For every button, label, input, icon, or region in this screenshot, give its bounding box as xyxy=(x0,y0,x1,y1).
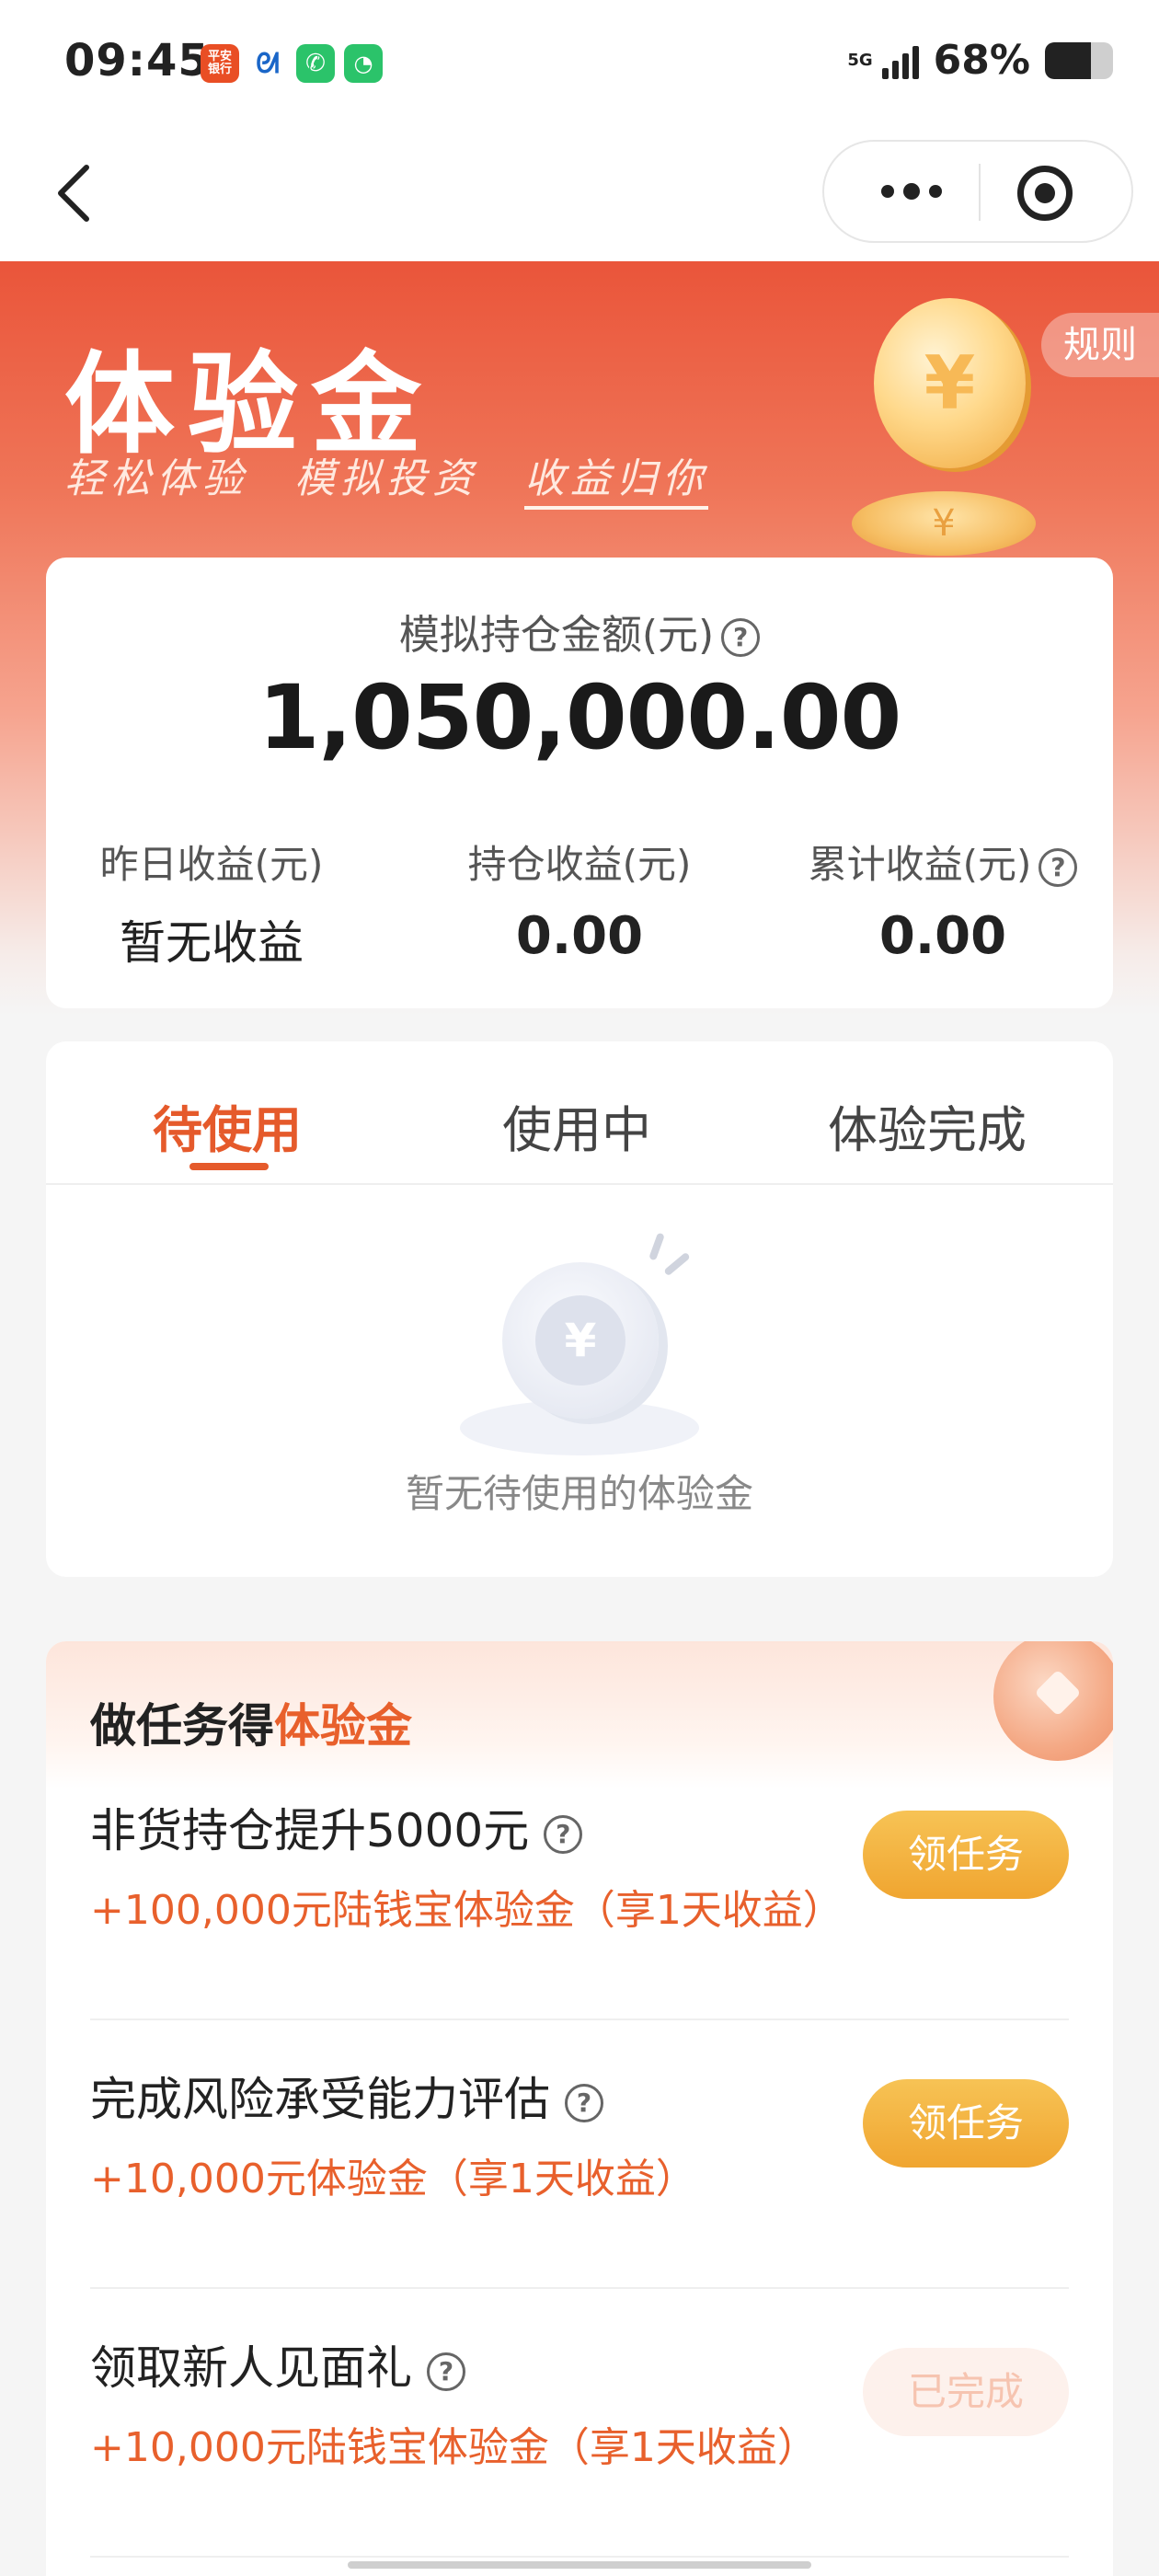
stat-value: 0.00 xyxy=(878,906,1007,966)
close-mini-program-button[interactable] xyxy=(1017,166,1073,221)
stat-label: 持仓收益(元) xyxy=(467,842,692,887)
tasks-title-prefix: 做任务得 xyxy=(90,1699,274,1753)
task-title-row: 非货持仓提升5000元? xyxy=(90,1794,583,1860)
task-title: 非货持仓提升5000元 xyxy=(90,1804,530,1857)
stat-yesterday: 昨日收益(元) 暂无收益 xyxy=(46,834,377,972)
yuan-symbol: ¥ xyxy=(535,1295,625,1386)
task-title: 完成风险承受能力评估 xyxy=(90,2073,550,2126)
rules-button[interactable]: 规则 xyxy=(1041,313,1159,377)
more-dots-icon xyxy=(881,185,894,198)
task-title: 领取新人见面礼 xyxy=(90,2341,412,2395)
task-title-row: 完成风险承受能力评估? xyxy=(90,2063,603,2129)
task-reward: +10,000元体验金（享1天收益） xyxy=(90,2156,696,2202)
stat-label: 昨日收益(元) xyxy=(99,842,324,887)
empty-state-illustration: ¥ xyxy=(460,1225,736,1474)
task-item: 非货持仓提升5000元? +100,000元陆钱宝体验金（享1天收益） 领任务 xyxy=(90,1752,1069,2020)
nav-bar xyxy=(0,129,1159,261)
gold-coin-icon: ¥ xyxy=(874,298,1026,468)
more-button[interactable] xyxy=(861,142,962,241)
tab-pending[interactable]: 待使用 xyxy=(153,1089,302,1162)
battery-fill xyxy=(1045,41,1092,79)
stat-label: 累计收益(元) xyxy=(808,842,1032,887)
tabs-divider xyxy=(46,1183,1113,1185)
question-circle-icon[interactable]: ? xyxy=(565,2083,603,2122)
status-bar: 09:45 平安 银行 ᘛ ✆ ◔ 5G 68% xyxy=(0,0,1159,129)
slogan-2: 模拟投资 xyxy=(294,455,478,502)
holding-amount-value: 1,050,000.00 xyxy=(258,666,902,769)
fish-app-icon: ᘛ xyxy=(248,44,287,83)
empty-state-text: 暂无待使用的体验金 xyxy=(405,1471,753,1516)
capsule-divider xyxy=(979,164,981,221)
task-reward: +100,000元陆钱宝体验金（享1天收益） xyxy=(90,1887,843,1934)
battery-icon xyxy=(1045,41,1113,79)
slogan-3: 收益归你 xyxy=(524,455,708,510)
decorative-ball-icon xyxy=(993,1641,1113,1761)
chevron-left-icon xyxy=(58,165,89,222)
tasks-title-accent: 体验金 xyxy=(274,1699,412,1753)
stat-value: 暂无收益 xyxy=(120,916,304,970)
stat-holding: 持仓收益(元) 0.00 xyxy=(414,834,745,966)
slogan-1: 轻松体验 xyxy=(64,455,248,502)
holding-summary-card: 模拟持仓金额(元)? 1,050,000.00 昨日收益(元) 暂无收益 持仓收… xyxy=(46,558,1113,1008)
task-item: 完成风险承受能力评估? +10,000元体验金（享1天收益） 领任务 xyxy=(90,2020,1069,2289)
sparkle-icon xyxy=(648,1232,665,1261)
hero-slogan: 轻松体验 模拟投资 收益归你 xyxy=(64,445,736,510)
battery-percent: 68% xyxy=(933,37,1030,84)
stat-label-row: 累计收益(元)? xyxy=(763,834,1122,890)
task-reward: +10,000元陆钱宝体验金（享1天收益） xyxy=(90,2424,818,2471)
coin-stack-icon: ¥ xyxy=(852,491,1036,556)
claim-task-button[interactable]: 领任务 xyxy=(863,2079,1069,2168)
tab-in-use[interactable]: 使用中 xyxy=(502,1089,651,1162)
tab-completed[interactable]: 体验完成 xyxy=(828,1089,1027,1162)
stat-value: 0.00 xyxy=(515,906,644,966)
network-type: 5G xyxy=(847,50,873,70)
phone-app-icon: ✆ xyxy=(296,44,335,83)
holding-amount-label: 模拟持仓金额(元) xyxy=(398,612,715,659)
tasks-title: 做任务得体验金 xyxy=(90,1689,412,1755)
tasks-card: 做任务得体验金 非货持仓提升5000元? +100,000元陆钱宝体验金（享1天… xyxy=(46,1641,1113,2576)
completed-task-button: 已完成 xyxy=(863,2348,1069,2436)
question-circle-icon[interactable]: ? xyxy=(1039,847,1078,887)
active-tab-indicator xyxy=(189,1163,269,1170)
empty-coin-icon: ¥ xyxy=(502,1262,659,1419)
mini-program-capsule xyxy=(822,140,1133,243)
status-time: 09:45 xyxy=(64,35,210,86)
experience-fund-tabs-card: 待使用 使用中 体验完成 ¥ 暂无待使用的体验金 xyxy=(46,1041,1113,1577)
task-title-row: 领取新人见面礼? xyxy=(90,2331,465,2398)
home-indicator xyxy=(348,2561,811,2569)
back-button[interactable] xyxy=(37,156,110,230)
holding-amount-label-row: 模拟持仓金额(元)? xyxy=(46,602,1113,661)
pingan-bank-icon: 平安 银行 xyxy=(201,44,239,83)
claim-task-button[interactable]: 领任务 xyxy=(863,1811,1069,1899)
notification-icons: 平安 银行 ᘛ ✆ ◔ xyxy=(201,44,383,83)
question-circle-icon[interactable]: ? xyxy=(544,1814,583,1854)
status-indicators: 5G 68% xyxy=(847,37,1113,84)
sparkle-icon xyxy=(663,1251,691,1277)
stat-cumulative: 累计收益(元)? 0.00 xyxy=(763,834,1122,966)
task-item: 领取新人见面礼? +10,000元陆钱宝体验金（享1天收益） 已完成 xyxy=(90,2289,1069,2558)
question-circle-icon[interactable]: ? xyxy=(721,618,761,657)
question-circle-icon[interactable]: ? xyxy=(427,2352,465,2391)
signal-icon xyxy=(881,42,919,79)
wechat-icon: ◔ xyxy=(344,44,383,83)
